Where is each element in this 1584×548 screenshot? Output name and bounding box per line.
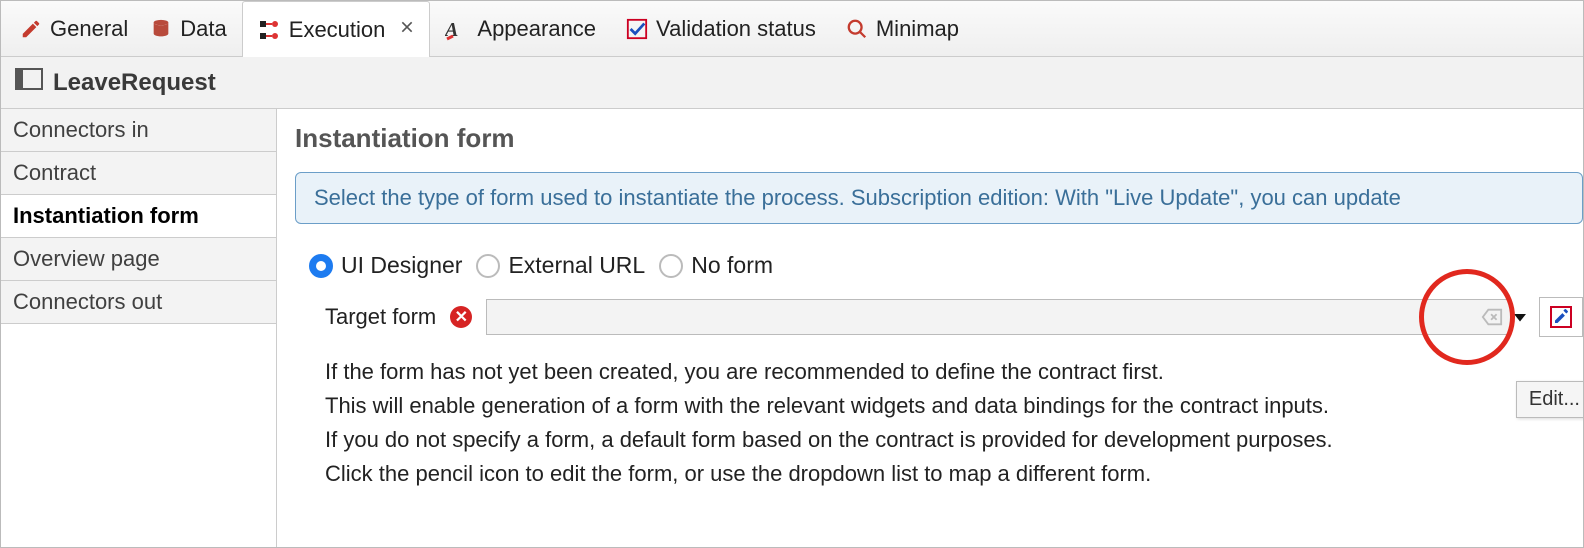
tab-general[interactable]: General bbox=[5, 1, 143, 56]
info-banner: Select the type of form used to instanti… bbox=[295, 172, 1583, 224]
error-icon: ✕ bbox=[450, 306, 472, 328]
flow-icon bbox=[257, 18, 281, 42]
tab-validation[interactable]: Validation status bbox=[611, 1, 831, 56]
radio-label: UI Designer bbox=[341, 252, 462, 279]
target-form-row: Target form ✕ bbox=[325, 297, 1583, 337]
radio-dot-icon bbox=[476, 254, 500, 278]
close-icon[interactable] bbox=[399, 19, 415, 40]
radio-ui-designer[interactable]: UI Designer bbox=[309, 252, 462, 279]
sidebar-item-connectors-in[interactable]: Connectors in bbox=[1, 109, 276, 152]
main-content: Instantiation form Select the type of fo… bbox=[277, 109, 1583, 547]
help-line: If you do not specify a form, a default … bbox=[325, 423, 1583, 457]
body: Connectors in Contract Instantiation for… bbox=[1, 109, 1583, 547]
database-icon bbox=[150, 18, 172, 40]
sidebar-item-overview-page[interactable]: Overview page bbox=[1, 238, 276, 281]
edit-form-button[interactable] bbox=[1539, 297, 1583, 337]
tab-label: Appearance bbox=[477, 16, 596, 42]
tab-data[interactable]: Data bbox=[143, 1, 241, 56]
magnifier-icon bbox=[846, 18, 868, 40]
tab-label: General bbox=[50, 16, 128, 42]
tab-label: Validation status bbox=[656, 16, 816, 42]
tab-appearance[interactable]: A Appearance bbox=[430, 1, 611, 56]
radio-label: External URL bbox=[508, 252, 645, 279]
radio-no-form[interactable]: No form bbox=[659, 252, 773, 279]
help-line: If the form has not yet been created, yo… bbox=[325, 355, 1583, 389]
radio-external-url[interactable]: External URL bbox=[476, 252, 645, 279]
form-type-radio-group: UI Designer External URL No form bbox=[309, 252, 1583, 279]
tab-label: Execution bbox=[289, 17, 386, 43]
dropdown-caret-icon[interactable] bbox=[1511, 308, 1529, 326]
tab-label: Minimap bbox=[876, 16, 959, 42]
font-style-icon: A bbox=[445, 17, 469, 41]
pool-title: LeaveRequest bbox=[53, 69, 216, 97]
help-line: This will enable generation of a form wi… bbox=[325, 389, 1583, 423]
subheader: LeaveRequest bbox=[1, 57, 1583, 109]
sidebar-item-instantiation-form[interactable]: Instantiation form bbox=[1, 195, 276, 238]
tab-minimap[interactable]: Minimap bbox=[831, 1, 974, 56]
editor-panel: General Data Execution bbox=[0, 0, 1584, 548]
help-text: If the form has not yet been created, yo… bbox=[325, 355, 1583, 491]
pool-icon bbox=[15, 68, 43, 97]
edit-tooltip: Edit... bbox=[1516, 381, 1584, 418]
radio-dot-icon bbox=[309, 254, 333, 278]
section-heading: Instantiation form bbox=[295, 123, 1583, 154]
checkbox-icon bbox=[626, 18, 648, 40]
tab-execution[interactable]: Execution bbox=[242, 1, 431, 57]
sidebar-item-contract[interactable]: Contract bbox=[1, 152, 276, 195]
sidebar-item-connectors-out[interactable]: Connectors out bbox=[1, 281, 276, 324]
sidebar: Connectors in Contract Instantiation for… bbox=[1, 109, 277, 547]
help-line: Click the pencil icon to edit the form, … bbox=[325, 457, 1583, 491]
target-form-combo bbox=[486, 297, 1583, 337]
target-form-input[interactable] bbox=[486, 299, 1511, 335]
tabs-bar: General Data Execution bbox=[1, 1, 1583, 57]
target-form-label: Target form bbox=[325, 304, 436, 330]
radio-label: No form bbox=[691, 252, 773, 279]
tab-label: Data bbox=[180, 16, 226, 42]
radio-dot-icon bbox=[659, 254, 683, 278]
pencil-icon bbox=[20, 18, 42, 40]
